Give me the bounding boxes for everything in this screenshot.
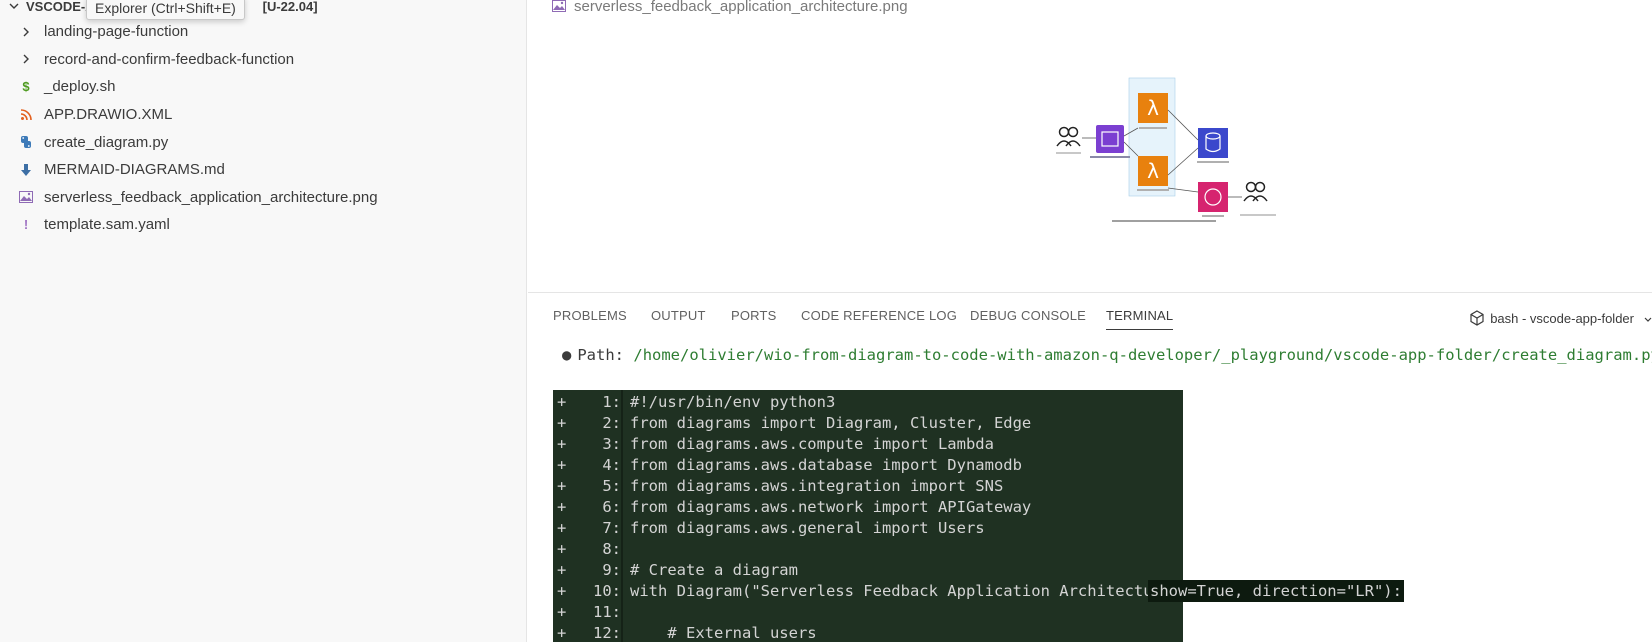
bullet-icon: ● [562,346,572,364]
exclamation-icon: ! [23,217,29,233]
tab-code-reference-log[interactable]: CODE REFERENCE LOG [801,308,957,330]
tree-item-label: record-and-confirm-feedback-function [44,50,295,68]
image-icon [552,0,566,12]
tree-item-create-diagram-py[interactable]: create_diagram.py [0,128,526,156]
rss-icon [18,107,34,123]
tree-item-label: MERMAID-DIAGRAMS.md [44,161,225,179]
diagram-sns-icon [1198,182,1228,217]
code-text: # Create a diagram [630,561,798,579]
added-marker: + [557,456,567,474]
code-text: #!/usr/bin/env python3 [630,393,836,411]
code-text: from diagrams import Diagram, Cluster, E… [630,414,1032,432]
terminal-selector[interactable]: bash - vscode-app-folder [1470,306,1652,330]
tree-item-label: APP.DRAWIO.XML [44,106,173,124]
code-text: from diagrams.aws.general import Users [630,519,985,537]
image-file-title[interactable]: serverless_feedback_application_architec… [552,0,908,17]
added-marker: + [557,561,567,579]
path-value: /home/olivier/wio-from-diagram-to-code-w… [633,346,1652,364]
chevron-right-icon [18,51,34,67]
tree-item-label: serverless_feedback_application_architec… [44,188,378,206]
diagram-users-icon [1240,181,1276,216]
tree-item-label: create_diagram.py [44,133,169,151]
tab-output[interactable]: OUTPUT [651,308,706,330]
code-text: from diagrams.aws.database import Dynamo… [630,456,1022,474]
line-number: 9: [602,561,621,579]
chevron-right-icon [18,24,34,40]
svg-text:λ: λ [1147,159,1159,183]
code-text: from diagrams.aws.compute import Lambda [630,435,994,453]
added-marker: + [557,540,567,558]
line-number: 4: [602,456,621,474]
explorer-tooltip: Explorer (Ctrl+Shift+E) [86,0,245,20]
diff-separator [621,390,623,642]
workspace-folder-name-end: [U-22.04] [262,0,318,14]
terminal-path-line: ● Path: /home/olivier/wio-from-diagram-to… [562,346,1652,364]
line-number: 10: [593,582,621,600]
architecture-diagram-image: λ λ [1056,77,1276,222]
tree-item-record-and-confirm-feedback-function[interactable]: record-and-confirm-feedback-function [0,46,526,74]
code-text: # External users [630,624,817,642]
tree-item-deploy-sh[interactable]: $ _deploy.sh [0,73,526,101]
tree-item-template-sam-yaml[interactable]: ! template.sam.yaml [0,211,526,239]
tree-item-label: landing-page-function [44,23,189,41]
tab-problems[interactable]: PROBLEMS [553,308,627,330]
chevron-down-icon [1644,311,1652,326]
diff-block: + 1: #!/usr/bin/env python3 + 2: from di… [553,390,1183,642]
svg-text:λ: λ [1147,96,1159,120]
diagram-users-icon [1056,126,1081,154]
tree-item-label: template.sam.yaml [44,216,170,234]
download-arrow-icon [18,162,34,178]
terminal-name: bash - vscode-app-folder [1490,310,1634,326]
tree-item-landing-page-function[interactable]: landing-page-function [0,18,526,46]
path-label: Path: [577,346,625,364]
file-tree: landing-page-function record-and-confirm… [0,18,526,239]
dollar-icon: $ [22,79,30,95]
image-preview-editor: serverless_feedback_application_architec… [528,0,1652,293]
bottom-panel: PROBLEMS OUTPUT PORTS CODE REFERENCE LOG… [528,294,1652,642]
selected-text[interactable]: show=True, direction="LR"): [1148,580,1404,602]
added-marker: + [557,414,567,432]
line-number: 3: [602,435,621,453]
workspace-folder-name-start: VSCODE-A [26,0,95,14]
tab-terminal[interactable]: TERMINAL [1106,308,1174,330]
tab-ports[interactable]: PORTS [731,308,777,330]
diagram-dynamodb-icon [1197,128,1229,163]
added-marker: + [557,435,567,453]
chevron-down-icon [6,0,22,14]
line-number: 6: [602,498,621,516]
workspace-folder-header[interactable]: VSCODE-A [U-22.04] [0,0,526,17]
python-icon [18,134,34,150]
terminal-cube-icon [1470,310,1484,326]
line-number: 7: [602,519,621,537]
image-file-name: serverless_feedback_application_architec… [574,0,908,15]
code-text: with Diagram("Serverless Feedback Applic… [630,582,1183,600]
line-number: 5: [602,477,621,495]
explorer-sidebar: VSCODE-A [U-22.04] Explorer (Ctrl+Shift+… [0,0,527,642]
line-number: 1: [602,393,621,411]
tree-item-label: _deploy.sh [44,78,116,96]
panel-tabs: PROBLEMS OUTPUT PORTS CODE REFERENCE LOG… [528,294,1652,340]
diagram-api-gateway-icon [1090,125,1130,158]
image-icon [18,189,34,205]
tree-item-app-drawio-xml[interactable]: APP.DRAWIO.XML [0,101,526,129]
line-number: 11: [593,603,621,621]
tree-item-mermaid-diagrams-md[interactable]: MERMAID-DIAGRAMS.md [0,156,526,184]
added-marker: + [557,603,567,621]
code-text: from diagrams.aws.network import APIGate… [630,498,1032,516]
line-number: 8: [602,540,621,558]
line-number: 2: [602,414,621,432]
tree-item-architecture-png[interactable]: serverless_feedback_application_architec… [0,184,526,212]
added-marker: + [557,582,567,600]
tab-debug-console[interactable]: DEBUG CONSOLE [970,308,1086,330]
added-marker: + [557,498,567,516]
code-text: from diagrams.aws.integration import SNS [630,477,1004,495]
added-marker: + [557,393,567,411]
added-marker: + [557,624,567,642]
added-marker: + [557,477,567,495]
diagram-lambda-icon: λ [1137,156,1169,191]
line-number: 12: [593,624,621,642]
added-marker: + [557,519,567,537]
